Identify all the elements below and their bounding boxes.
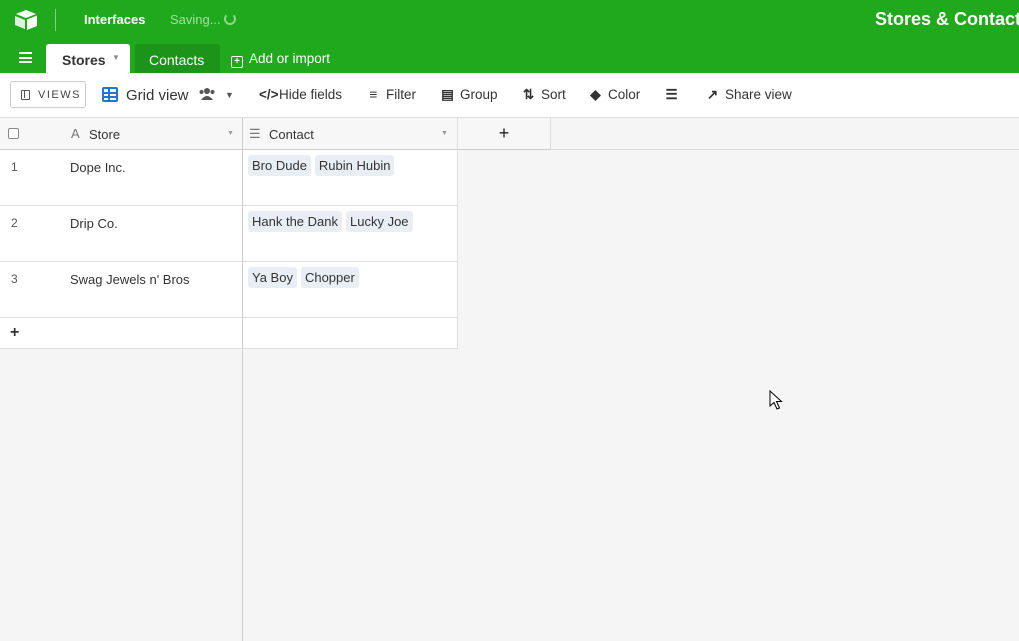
linked-record-chip[interactable]: Chopper (300, 267, 359, 288)
select-all-checkbox[interactable] (8, 128, 19, 139)
base-title[interactable]: Stores & Contacts (875, 9, 1019, 30)
tab-stores-label: Stores (62, 52, 106, 68)
add-or-import-button[interactable]: + Add or import (231, 51, 330, 68)
hide-fields-button[interactable]: </>Hide fields (259, 87, 342, 102)
add-or-import-label: Add or import (249, 51, 331, 66)
chevron-down-icon[interactable]: ▼ (225, 90, 234, 100)
interfaces-link[interactable]: Interfaces (84, 12, 145, 27)
contact-cell[interactable]: Bro Dude Rubin Hubin (243, 150, 458, 206)
hide-fields-label: Hide fields (279, 87, 343, 102)
table-row[interactable]: 3 Swag Jewels n' Bros (0, 262, 243, 318)
tab-stores[interactable]: Stores ▼ (46, 44, 130, 73)
header-fill (551, 118, 1019, 150)
column-divider (242, 349, 243, 641)
plus-icon: + (10, 324, 20, 341)
sidebar-icon (21, 90, 30, 100)
top-bar: Interfaces Saving... Stores & Contacts (0, 0, 1019, 42)
contact-cell[interactable]: Ya Boy Chopper (243, 262, 458, 318)
plus-icon: + (231, 56, 243, 68)
view-name: Grid view (126, 87, 189, 104)
linked-record-chip[interactable]: Bro Dude (248, 155, 311, 176)
row-number: 1 (11, 160, 18, 174)
share-view-label: Share view (725, 87, 792, 102)
paint-bucket-icon: ◆ (590, 87, 601, 102)
chevron-down-icon[interactable]: ▼ (441, 130, 448, 137)
filter-label: Filter (386, 87, 416, 102)
views-label: VIEWS (38, 89, 81, 101)
chevron-down-icon[interactable]: ▼ (112, 53, 120, 62)
sort-icon: ⇅ (522, 87, 535, 102)
add-field-button[interactable]: + (458, 118, 551, 150)
color-label: Color (608, 87, 641, 102)
contact-cell[interactable]: Hank the Dank Lucky Joe (243, 206, 458, 262)
collaborative-view-icon (199, 88, 215, 100)
store-cell[interactable]: Drip Co. (70, 216, 118, 231)
store-cell[interactable]: Dope Inc. (70, 160, 126, 175)
loading-spinner-icon (224, 13, 236, 25)
table-row[interactable]: 1 Dope Inc. (0, 150, 243, 206)
add-row-fill[interactable] (243, 318, 458, 349)
sort-label: Sort (541, 87, 566, 102)
color-button[interactable]: ◆ Color (588, 87, 640, 103)
row-number: 3 (11, 272, 18, 286)
share-view-button[interactable]: ↗ Share view (705, 87, 792, 103)
filter-button[interactable]: ≡ Filter (366, 87, 416, 102)
store-cell[interactable]: Swag Jewels n' Bros (70, 272, 190, 287)
table-row[interactable]: 2 Drip Co. (0, 206, 243, 262)
filter-icon: ≡ (369, 87, 378, 102)
share-icon: ↗ (706, 87, 719, 102)
saving-status: Saving... (170, 12, 221, 27)
sort-button[interactable]: ⇅ Sort (521, 87, 566, 103)
linked-record-icon: ☰ (249, 126, 261, 141)
row-height-icon: ☰ (665, 87, 678, 102)
hide-fields-icon: </> (259, 87, 279, 102)
row-height-button[interactable]: ☰ (664, 87, 684, 103)
view-switcher[interactable]: Grid view (102, 87, 189, 104)
views-button[interactable]: VIEWS (10, 81, 86, 108)
column-header-contact[interactable]: Contact (269, 127, 314, 142)
text-field-icon: A (71, 126, 80, 141)
airtable-logo-icon[interactable] (14, 9, 38, 31)
mouse-cursor-icon (769, 390, 783, 410)
right-header: ☰ Contact ▼ (243, 118, 458, 150)
linked-record-chip[interactable]: Hank the Dank (248, 211, 342, 232)
grid: A Store ▼ ☰ Contact ▼ + 1 Dope Inc. Bro … (0, 118, 1019, 641)
linked-record-chip[interactable]: Ya Boy (248, 267, 297, 288)
group-button[interactable]: ▤ Group (440, 87, 498, 103)
left-header: A Store ▼ (0, 118, 243, 150)
grid-icon (102, 87, 118, 102)
row-number: 2 (11, 216, 18, 230)
column-header-store[interactable]: Store (89, 127, 120, 142)
linked-record-chip[interactable]: Lucky Joe (346, 211, 413, 232)
chevron-down-icon[interactable]: ▼ (227, 130, 234, 137)
view-toolbar: VIEWS Grid view ▼ </>Hide fields ≡ Filter… (0, 73, 1019, 118)
hamburger-icon[interactable] (19, 52, 32, 63)
add-row-button[interactable]: + (0, 318, 243, 349)
group-label: Group (460, 87, 498, 102)
divider (55, 9, 56, 31)
table-tab-bar: Stores ▼ Contacts + Add or import (0, 42, 1019, 73)
linked-record-chip[interactable]: Rubin Hubin (314, 155, 395, 176)
group-icon: ▤ (441, 87, 454, 102)
tab-contacts[interactable]: Contacts (135, 44, 220, 73)
